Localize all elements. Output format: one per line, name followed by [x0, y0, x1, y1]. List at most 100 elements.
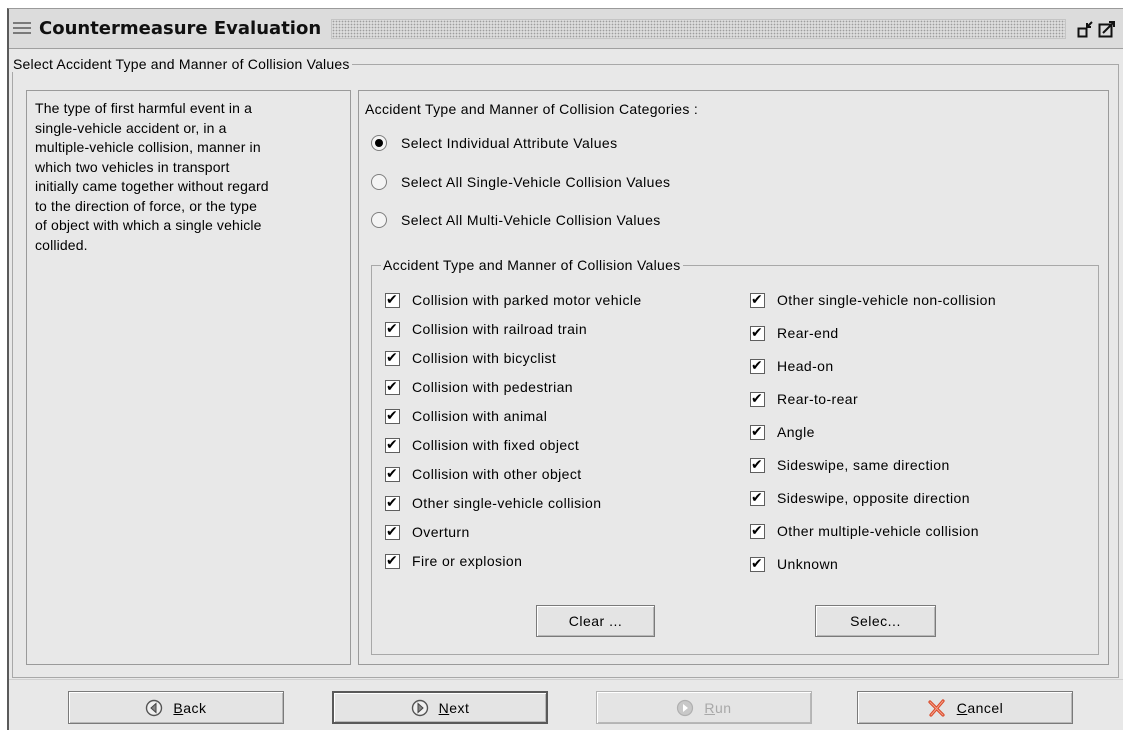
checkbox[interactable]	[750, 555, 765, 573]
run-label: Run	[704, 699, 732, 716]
checkbox[interactable]	[385, 465, 400, 483]
checkbox[interactable]	[750, 291, 765, 309]
checkbox-label: Angle	[777, 424, 815, 440]
checkbox-row[interactable]: Other single-vehicle non-collision	[750, 289, 996, 311]
checkbox[interactable]	[385, 552, 400, 570]
description-line: multiple-vehicle collision, manner in	[35, 139, 261, 155]
checkbox-row[interactable]: Collision with other object	[385, 463, 582, 485]
checkbox[interactable]	[750, 456, 765, 474]
cancel-button[interactable]: Cancel	[857, 691, 1073, 724]
checkbox[interactable]	[750, 489, 765, 507]
checkbox-label: Collision with railroad train	[412, 321, 587, 337]
description-panel: The type of first harmful event in a sin…	[26, 90, 351, 665]
description-line: single-vehicle accident or, in a	[35, 119, 227, 136]
checkbox-label: Collision with pedestrian	[412, 379, 573, 395]
restore-down-icon[interactable]	[1077, 20, 1095, 38]
description-line: which two vehicles in transport	[35, 158, 230, 175]
checkbox-label: Sideswipe, same direction	[777, 457, 950, 473]
checkbox-label: Fire or explosion	[412, 553, 523, 569]
checkbox[interactable]	[385, 407, 400, 425]
checkbox[interactable]	[750, 324, 765, 342]
select-all-button[interactable]: Selec...	[815, 605, 936, 637]
checkbox-label: Collision with other object	[412, 466, 582, 482]
checkbox[interactable]	[385, 436, 400, 454]
x-cross-icon	[927, 698, 947, 718]
checkbox[interactable]	[385, 291, 400, 309]
checkbox[interactable]	[750, 423, 765, 441]
categories-label: Accident Type and Manner of Collision Ca…	[365, 101, 699, 117]
checkbox-label: Overturn	[412, 524, 470, 540]
checkbox-label: Other single-vehicle collision	[412, 495, 602, 511]
back-label: Back	[173, 699, 207, 716]
radio-button[interactable]	[371, 212, 387, 228]
circle-left-arrow-icon	[145, 699, 163, 717]
window-title: Countermeasure Evaluation	[39, 18, 322, 39]
checkbox-label: Collision with fixed object	[412, 437, 580, 453]
checkbox-label: Collision with animal	[412, 408, 548, 424]
radio-single-vehicle-values[interactable]: Select All Single-Vehicle Collision Valu…	[371, 170, 670, 194]
checkbox[interactable]	[385, 320, 400, 338]
checkbox[interactable]	[385, 494, 400, 512]
checkbox-row[interactable]: Head-on	[750, 355, 834, 377]
cancel-label: Cancel	[956, 699, 1004, 716]
checkbox-row[interactable]: Unknown	[750, 553, 838, 575]
checkbox-label: Rear-to-rear	[777, 391, 859, 407]
maximize-icon[interactable]	[1098, 20, 1116, 38]
run-button[interactable]: Run	[596, 691, 812, 724]
checkbox-label: Collision with parked motor vehicle	[412, 292, 642, 308]
evaluation-window: Countermeasure Evaluation Select Acciden…	[7, 8, 1123, 730]
radio-individual-values[interactable]: Select Individual Attribute Values	[371, 131, 617, 155]
checkbox-row[interactable]: Angle	[750, 421, 815, 443]
section-legend: Select Accident Type and Manner of Colli…	[11, 56, 352, 72]
radio-label: Select All Single-Vehicle Collision Valu…	[401, 174, 671, 190]
checkbox-row[interactable]: Rear-end	[750, 322, 839, 344]
checkbox-label: Sideswipe, opposite direction	[777, 490, 970, 506]
checkbox-row[interactable]: Other multiple-vehicle collision	[750, 520, 979, 542]
checkbox[interactable]	[750, 522, 765, 540]
checkbox-label: Collision with bicyclist	[412, 350, 557, 366]
description-line: collided.	[35, 236, 88, 253]
checkbox[interactable]	[750, 390, 765, 408]
radio-multi-vehicle-values[interactable]: Select All Multi-Vehicle Collision Value…	[371, 208, 661, 232]
checkbox-row[interactable]: Fire or explosion	[385, 550, 522, 572]
radio-button[interactable]	[371, 174, 387, 190]
checkbox-label: Other multiple-vehicle collision	[777, 523, 979, 539]
next-label: Next	[438, 699, 470, 716]
checkbox-row[interactable]: Collision with railroad train	[385, 318, 587, 340]
next-button[interactable]: Next	[332, 691, 548, 724]
description-line: The type of first harmful event in a	[35, 100, 253, 116]
back-button[interactable]: Back	[68, 691, 284, 724]
checkbox-row[interactable]: Sideswipe, same direction	[750, 454, 950, 476]
checkbox-row[interactable]: Collision with animal	[385, 405, 547, 427]
radio-label: Select Individual Attribute Values	[401, 135, 618, 151]
clear-button[interactable]: Clear ...	[536, 605, 655, 637]
checkbox-row[interactable]: Rear-to-rear	[750, 388, 858, 410]
radio-label: Select All Multi-Vehicle Collision Value…	[401, 212, 661, 228]
checkbox-row[interactable]: Other single-vehicle collision	[385, 492, 601, 514]
description-line: to the direction of force, or the type	[35, 197, 258, 214]
checkbox-label: Unknown	[777, 556, 839, 572]
checkbox-row[interactable]: Overturn	[385, 521, 470, 543]
values-legend: Accident Type and Manner of Collision Va…	[381, 257, 683, 273]
circle-right-arrow-icon	[411, 699, 429, 717]
circle-play-icon	[676, 699, 694, 717]
checkbox-row[interactable]: Collision with fixed object	[385, 434, 579, 456]
description-line: initially came together without regard	[35, 178, 269, 194]
drag-grip-icon[interactable]	[13, 22, 31, 34]
title-bar[interactable]: Countermeasure Evaluation	[9, 9, 1123, 49]
title-bar-texture	[331, 19, 1066, 39]
checkbox[interactable]	[385, 378, 400, 396]
checkbox-row[interactable]: Collision with pedestrian	[385, 376, 573, 398]
checkbox-label: Other single-vehicle non-collision	[777, 292, 997, 308]
description-line: of object with which a single vehicle	[35, 217, 262, 233]
checkbox[interactable]	[385, 523, 400, 541]
checkbox-row[interactable]: Collision with parked motor vehicle	[385, 289, 642, 311]
checkbox[interactable]	[385, 349, 400, 367]
button-bar-divider	[9, 679, 1123, 680]
checkbox-label: Rear-end	[777, 325, 839, 341]
checkbox-row[interactable]: Sideswipe, opposite direction	[750, 487, 970, 509]
checkbox-row[interactable]: Collision with bicyclist	[385, 347, 556, 369]
checkbox[interactable]	[750, 357, 765, 375]
radio-button[interactable]	[371, 135, 387, 151]
checkbox-label: Head-on	[777, 358, 834, 374]
